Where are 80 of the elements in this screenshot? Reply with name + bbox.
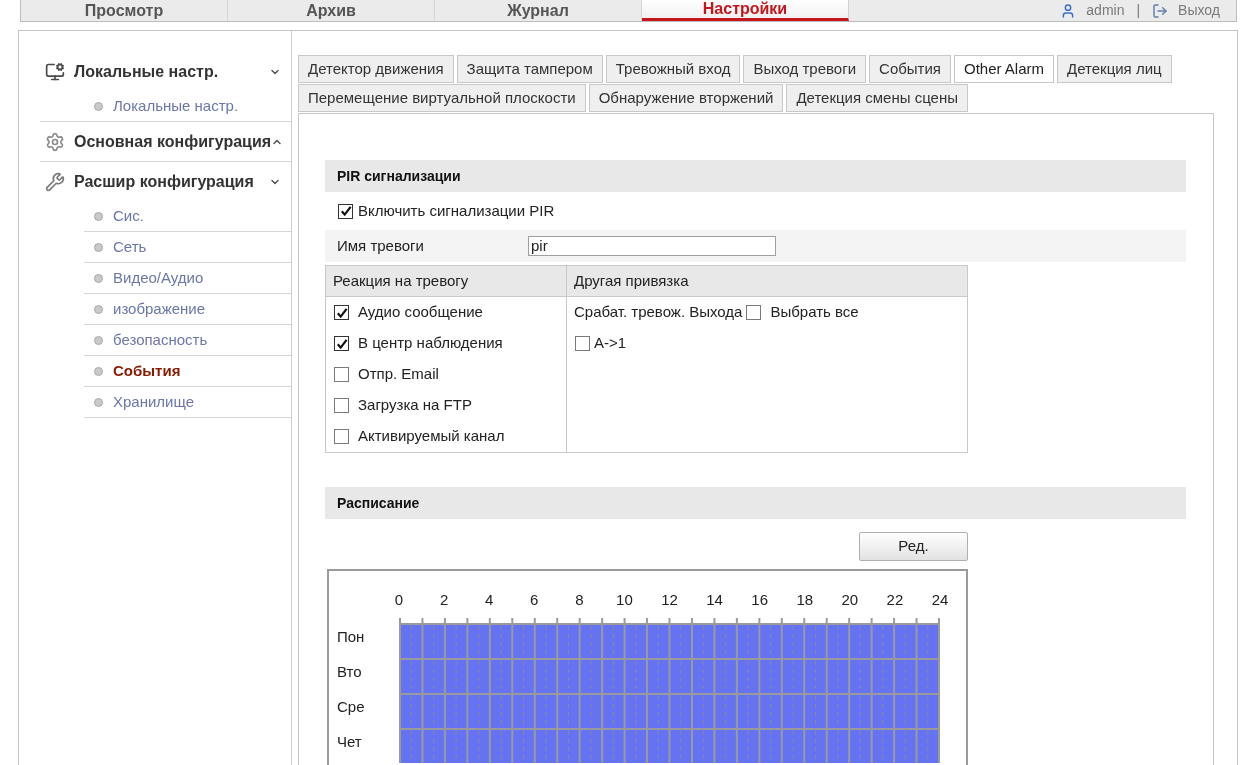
monitor-gear-icon — [45, 61, 65, 82]
bullet-icon — [94, 242, 103, 252]
checkbox-label: Активируемый канал — [358, 426, 505, 447]
tab[interactable]: Детектор движения — [298, 55, 454, 83]
day-label: Сре — [336, 697, 366, 717]
sidebar-item[interactable]: Хранилище — [84, 387, 291, 417]
checkbox[interactable] — [334, 305, 349, 320]
sidebar-group-header[interactable]: Расшир конфигурация — [40, 162, 291, 201]
bullet-icon — [94, 273, 103, 283]
username-text: admin — [1086, 1, 1125, 20]
sidebar-group-header[interactable]: Основная конфигурация — [40, 122, 291, 161]
hour-label: 14 — [706, 591, 723, 609]
checkbox[interactable] — [334, 336, 349, 351]
bullet-icon — [94, 211, 103, 221]
checkbox[interactable] — [338, 203, 353, 219]
edit-button[interactable]: Ред. — [859, 532, 968, 561]
sidebar-group-header[interactable]: Локальные настр. — [40, 52, 291, 91]
bullet-icon — [94, 304, 103, 314]
tab[interactable]: Обнаружение вторжений — [588, 84, 784, 112]
hour-label: 2 — [439, 591, 449, 609]
sidebar-item[interactable]: Сеть — [84, 232, 291, 262]
checkbox[interactable] — [334, 429, 349, 444]
hour-label: 8 — [575, 591, 584, 609]
hour-label: 10 — [616, 591, 633, 609]
tab[interactable]: Защита тампером — [456, 55, 603, 83]
checkbox-label: Аудио сообщение — [358, 302, 483, 323]
bullet-icon — [94, 366, 103, 376]
checkbox-label: Включить сигнализации PIR — [358, 200, 555, 221]
logout-link[interactable]: Выход — [1178, 0, 1220, 21]
checkbox-label: Выбрать все — [770, 302, 859, 323]
logout-icon[interactable] — [1152, 2, 1169, 19]
nav-tab[interactable]: Архив — [228, 0, 435, 21]
nav-tab[interactable]: Просмотр — [21, 0, 228, 21]
tab[interactable]: Перемещение виртуальной плоскости — [298, 84, 586, 112]
tab[interactable]: Тревожный вход — [605, 55, 741, 83]
hour-label: 20 — [841, 591, 859, 609]
sidebar-item[interactable]: Сис. — [84, 201, 291, 231]
hour-label: 0 — [394, 591, 404, 609]
tab[interactable]: Детекция смены сцены — [786, 84, 968, 112]
hour-label: 18 — [796, 591, 814, 609]
day-label: Пон — [336, 627, 366, 647]
checkbox-label: Отпр. Email — [358, 364, 439, 385]
hour-label: 6 — [530, 591, 539, 609]
table-header-cell: Другая привязка — [567, 266, 967, 296]
sidebar-item[interactable]: События — [84, 356, 291, 386]
checkbox-label: A->1 — [594, 333, 627, 354]
day-label: Вто — [336, 662, 363, 682]
checkbox[interactable] — [746, 305, 762, 320]
bullet-icon — [94, 335, 103, 345]
section-header: Расписание — [325, 487, 1186, 519]
tab[interactable]: События — [869, 55, 951, 83]
checkbox-label: Загрузка на FTP — [358, 395, 472, 416]
gear-icon — [45, 131, 65, 152]
checkbox-label: В центр наблюдения — [358, 333, 503, 354]
field-label: Имя тревоги — [336, 235, 425, 256]
day-label: Чет — [336, 732, 363, 752]
wrench-icon — [45, 171, 65, 192]
output-label: Срабат. тревож. Выхода — [574, 302, 743, 323]
sidebar-item[interactable]: безопасность — [84, 325, 291, 355]
tab[interactable]: Выход тревоги — [743, 55, 867, 83]
hour-label: 12 — [661, 591, 678, 609]
nav-tab[interactable]: Настройки — [642, 0, 849, 21]
sidebar-item[interactable]: Локальные настр. — [84, 91, 291, 121]
checkbox[interactable] — [334, 367, 349, 382]
section-header: PIR сигнализации — [325, 160, 1186, 192]
separator-text: | — [1136, 1, 1141, 20]
hour-label: 24 — [931, 591, 949, 609]
hour-label: 16 — [751, 591, 768, 609]
bullet-icon — [94, 101, 103, 111]
checkbox[interactable] — [334, 398, 349, 413]
sidebar-item[interactable]: изображение — [84, 294, 291, 324]
tab[interactable]: Детекция лиц — [1057, 55, 1172, 83]
hour-label: 22 — [886, 591, 904, 609]
checkbox[interactable] — [575, 336, 590, 351]
alarm-name-input[interactable]: pir — [528, 236, 776, 256]
sidebar-item[interactable]: Видео/Аудио — [84, 263, 291, 293]
bullet-icon — [94, 397, 103, 407]
table-header-cell: Реакция на тревогу — [326, 266, 567, 296]
hour-label: 4 — [485, 591, 494, 609]
tab[interactable]: Other Alarm — [954, 55, 1054, 83]
